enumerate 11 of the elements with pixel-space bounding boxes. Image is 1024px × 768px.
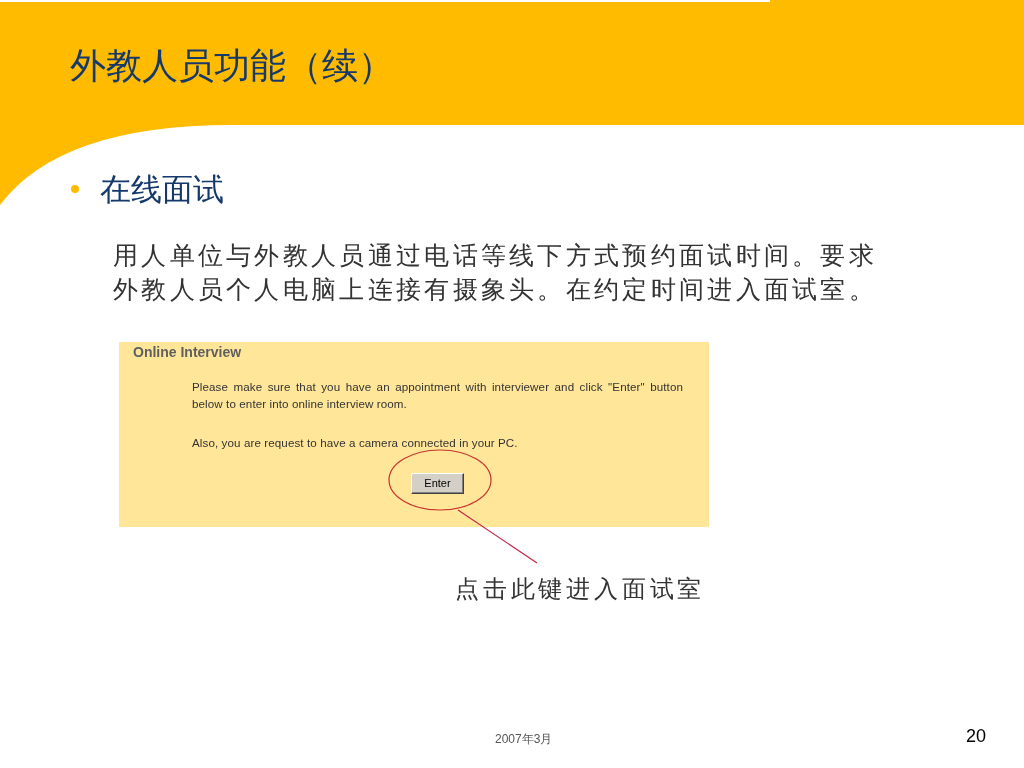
panel-paragraph: Please make sure that you have an appointment with interviewer and click "Enter" button below to enter into online interview room. xyxy=(192,379,683,412)
bullet-icon xyxy=(71,185,79,193)
footer-date: 2007年3月 xyxy=(495,731,553,747)
panel-paragraph: Also, you are request to have a camera connected in your PC. xyxy=(192,435,519,451)
panel-heading: Online Interview xyxy=(132,343,243,361)
page-number: 20 xyxy=(966,725,987,747)
callout-text: 点击此键进入面试室 xyxy=(455,574,706,604)
slide-title: 外教人员功能（续） xyxy=(69,44,394,88)
enter-button[interactable]: Enter xyxy=(411,473,464,494)
bullet-heading: 在线面试 xyxy=(100,170,224,209)
description-text: 用人单位与外教人员通过电话等线下方式预约面试时间。要求外教人员个人电脑上连接有摄象头。在约定时间进入面试室。 xyxy=(113,240,879,306)
